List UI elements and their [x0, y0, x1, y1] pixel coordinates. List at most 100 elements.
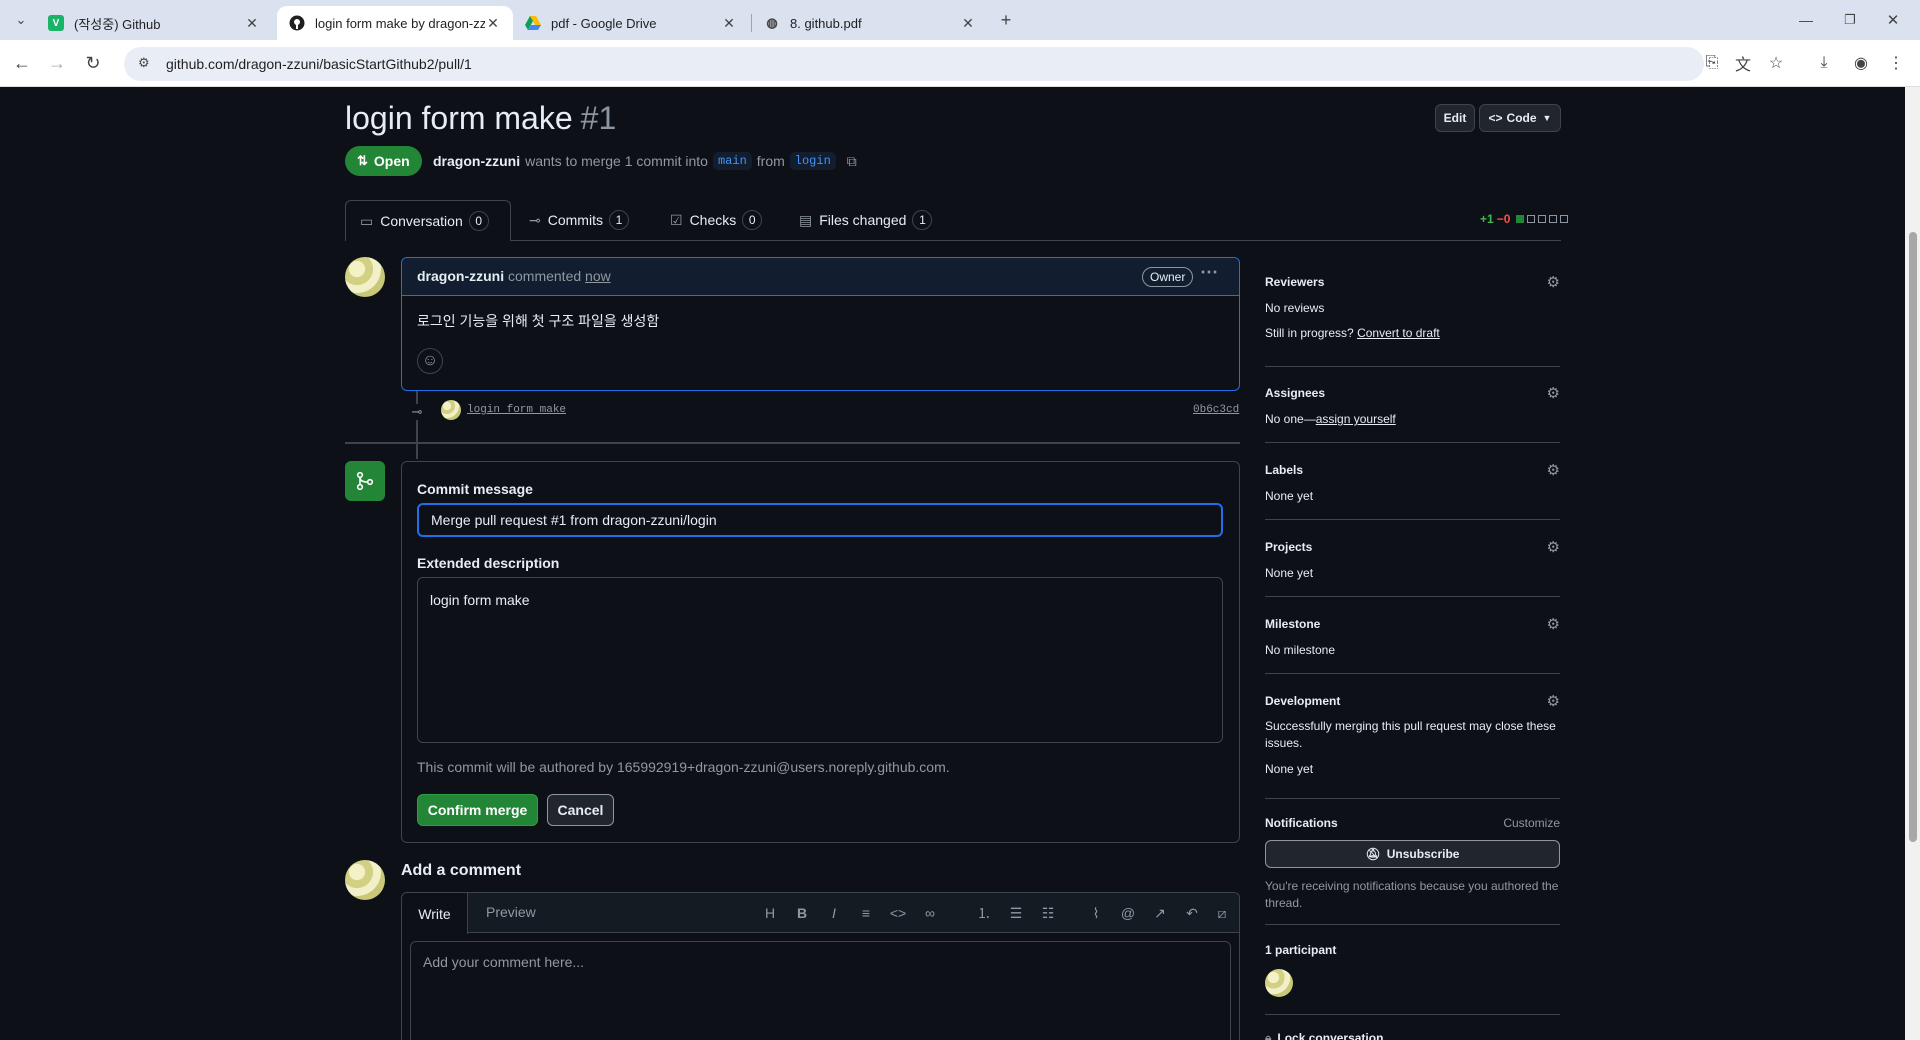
code-icon[interactable]: <> — [884, 898, 912, 928]
gear-icon[interactable]: ⚙ — [1547, 538, 1560, 556]
participants-label: 1 participant — [1265, 943, 1337, 957]
assign-yourself-link[interactable]: assign yourself — [1316, 412, 1396, 426]
code-icon: <> — [1488, 111, 1503, 125]
back-icon[interactable]: ← — [9, 50, 35, 76]
comment-icon: ▭ — [360, 212, 374, 229]
tab-checks[interactable]: ☑ Checks 0 — [670, 200, 763, 240]
extended-description-label: Extended description — [417, 555, 560, 571]
comment-textarea[interactable]: Add your comment here... — [410, 941, 1231, 1040]
bell-slash-icon: 🔕︎ — [1365, 847, 1381, 861]
slash-command-icon[interactable]: ⧄ — [1208, 898, 1236, 928]
browser-tab-3[interactable]: pdf - Google Drive ✕ — [513, 6, 749, 40]
minimize-icon[interactable]: — — [1793, 7, 1819, 33]
unsubscribe-button[interactable]: 🔕︎ Unsubscribe — [1265, 840, 1560, 868]
confirm-merge-button[interactable]: Confirm merge — [417, 794, 538, 826]
unordered-list-icon[interactable]: ☰ — [1002, 898, 1030, 928]
gear-icon[interactable]: ⚙ — [1547, 461, 1560, 479]
gear-icon[interactable]: ⚙ — [1547, 615, 1560, 633]
forward-icon[interactable]: → — [44, 50, 70, 76]
avatar[interactable] — [345, 860, 385, 900]
more-options-icon[interactable]: ⋯ — [1200, 262, 1218, 283]
gear-icon[interactable]: ⚙ — [1547, 384, 1560, 402]
customize-link[interactable]: Customize — [1503, 816, 1560, 830]
close-tab-icon[interactable]: ✕ — [244, 15, 260, 32]
diffstat: +1 −0 — [1480, 212, 1569, 226]
tab-label: Checks — [689, 212, 737, 228]
browser-tab-1[interactable]: V (작성중) Github ✕ — [36, 6, 272, 40]
milestone-label[interactable]: Milestone — [1265, 617, 1560, 631]
reload-icon[interactable]: ↻ — [80, 50, 106, 76]
development-label[interactable]: Development — [1265, 694, 1560, 708]
attach-icon[interactable]: ⌇ — [1082, 898, 1110, 928]
merge-form: Commit message Merge pull request #1 fro… — [401, 461, 1240, 843]
link-icon[interactable]: ∞ — [916, 898, 944, 928]
task-list-icon[interactable]: ☷ — [1034, 898, 1062, 928]
labels-label[interactable]: Labels — [1265, 463, 1560, 477]
pr-title: login form make — [345, 100, 573, 136]
diffstat-additions: +1 — [1480, 212, 1494, 226]
emoji-reaction-icon[interactable]: ☺ — [417, 348, 443, 374]
code-button[interactable]: <> Code ▼ — [1479, 104, 1561, 132]
tab-label: Files changed — [819, 212, 907, 228]
base-branch[interactable]: main — [712, 152, 752, 170]
cancel-button[interactable]: Cancel — [547, 794, 614, 826]
lock-label: Lock conversation — [1277, 1031, 1384, 1040]
diffstat-block — [1549, 215, 1558, 223]
sidebar-divider — [1265, 924, 1560, 925]
diffstat-block — [1538, 215, 1547, 223]
bookmark-star-icon[interactable]: ☆ — [1763, 50, 1789, 76]
browser-tab-2[interactable]: login form make by dragon-zz ✕ — [277, 6, 513, 40]
address-bar[interactable]: ⚙ github.com/dragon-zzuni/basicStartGith… — [124, 47, 1704, 81]
write-tab[interactable]: Write — [402, 893, 468, 934]
browser-tab-4[interactable]: ◍ 8. github.pdf ✕ — [752, 6, 988, 40]
commit-sha[interactable]: 0b6c3cd — [1193, 404, 1239, 416]
gear-icon[interactable]: ⚙ — [1547, 273, 1560, 291]
participant-avatar[interactable] — [1265, 969, 1293, 997]
install-app-icon[interactable]: ⎘ — [1699, 50, 1725, 76]
browser-tab-title: login form make by dragon-zz — [315, 15, 485, 31]
tab-commits[interactable]: ⊸ Commits 1 — [529, 200, 629, 240]
quote-icon[interactable]: ≡ — [852, 898, 880, 928]
lock-conversation[interactable]: 🔒︎ Lock conversation — [1265, 1031, 1560, 1040]
close-window-icon[interactable]: ✕ — [1880, 7, 1906, 33]
commit-message-link[interactable]: login form make — [467, 404, 566, 416]
close-tab-icon[interactable]: ✕ — [485, 15, 501, 32]
assignees-label[interactable]: Assignees — [1265, 386, 1560, 400]
comment-author[interactable]: dragon-zzuni — [417, 268, 504, 284]
new-tab-icon[interactable]: + — [993, 7, 1019, 33]
restore-icon[interactable]: ❐ — [1837, 7, 1863, 33]
avatar[interactable] — [345, 257, 385, 297]
convert-to-draft-link[interactable]: Convert to draft — [1357, 326, 1440, 340]
development-description: Successfully merging this pull request m… — [1265, 719, 1556, 750]
mention-icon[interactable]: @ — [1114, 898, 1142, 928]
copy-icon[interactable]: ⧉ — [847, 153, 857, 170]
edit-button[interactable]: Edit — [1435, 104, 1475, 132]
profile-icon[interactable]: ◉ — [1848, 50, 1874, 76]
avatar[interactable] — [441, 400, 461, 420]
ordered-list-icon[interactable]: ⒈ — [970, 898, 998, 928]
close-tab-icon[interactable]: ✕ — [721, 15, 737, 32]
site-info-icon[interactable]: ⚙ — [138, 55, 150, 71]
gear-icon[interactable]: ⚙ — [1547, 692, 1560, 710]
extended-description-textarea[interactable]: login form make — [417, 577, 1223, 743]
scrollbar-thumb[interactable] — [1909, 232, 1917, 842]
projects-label[interactable]: Projects — [1265, 540, 1560, 554]
bold-icon[interactable]: B — [788, 898, 816, 928]
heading-icon[interactable]: H — [756, 898, 784, 928]
reviewers-label[interactable]: Reviewers — [1265, 275, 1560, 289]
tab-conversation[interactable]: ▭ Conversation 0 — [345, 200, 511, 241]
translate-icon[interactable]: 文 — [1730, 50, 1756, 76]
cross-reference-icon[interactable]: ↗ — [1146, 898, 1174, 928]
download-icon[interactable]: ⤓ — [1811, 50, 1837, 76]
comment-time[interactable]: now — [585, 268, 611, 284]
tab-files-changed[interactable]: ▤ Files changed 1 — [799, 200, 933, 240]
tab-search-icon[interactable]: ⌄ — [8, 7, 34, 33]
close-tab-icon[interactable]: ✕ — [960, 15, 976, 32]
pr-author[interactable]: dragon-zzuni — [433, 153, 520, 169]
preview-tab[interactable]: Preview — [486, 904, 536, 920]
italic-icon[interactable]: I — [820, 898, 848, 928]
reply-icon[interactable]: ↶ — [1178, 898, 1206, 928]
menu-kebab-icon[interactable]: ⋮ — [1883, 50, 1909, 76]
head-branch[interactable]: login — [789, 152, 836, 170]
commit-message-input[interactable]: Merge pull request #1 from dragon-zzuni/… — [417, 503, 1223, 537]
